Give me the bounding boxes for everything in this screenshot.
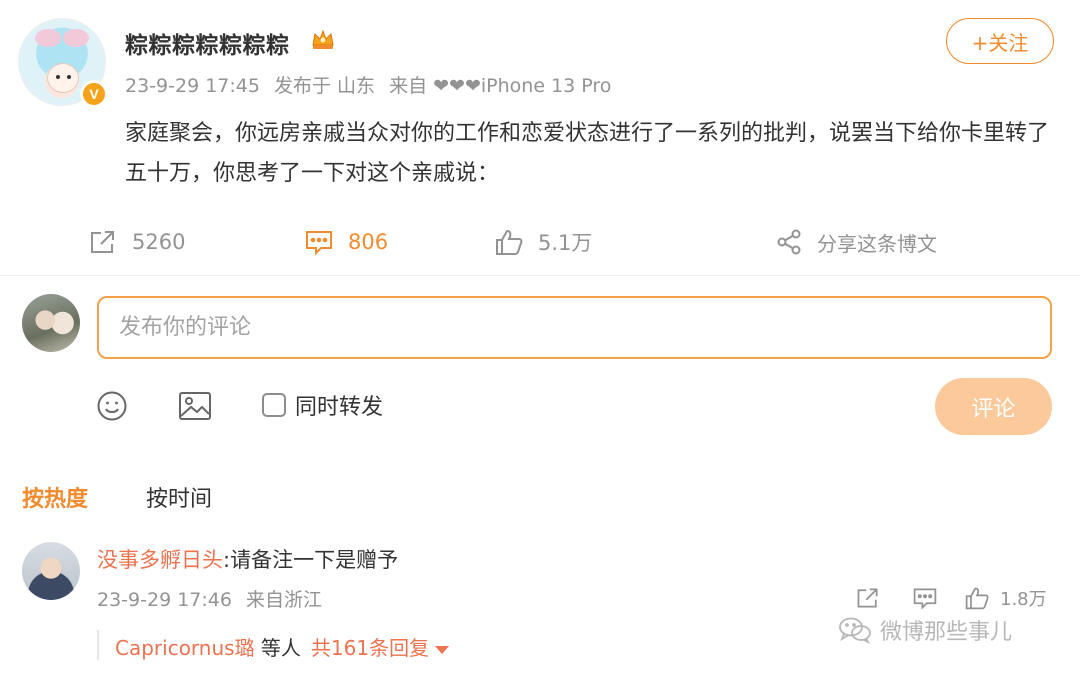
- post-source: 来自 ❤❤❤iPhone 13 Pro: [389, 75, 612, 97]
- post-action-bar: 5260 806 5.1万 分享这条博文: [0, 222, 1080, 262]
- comment-input[interactable]: [97, 296, 1052, 359]
- current-user-avatar[interactable]: [22, 294, 80, 352]
- comment-body: 没事多孵日头:请备注一下是赠予: [97, 544, 398, 574]
- image-icon[interactable]: [178, 391, 212, 421]
- watermark: 微博那些事儿: [838, 614, 1012, 646]
- comment-like-button[interactable]: 1.8万: [964, 582, 1047, 614]
- share-label: 分享这条博文: [817, 231, 937, 256]
- weibo-post: V 粽粽粽粽粽粽粽 +关注 23-9-29 17:45 发布于 山东 来自 ❤❤…: [0, 0, 1080, 276]
- avatar-eye: [67, 75, 71, 79]
- repost-checkbox-label: 同时转发: [295, 395, 384, 420]
- reply-user-name[interactable]: Capricornus璐: [115, 636, 255, 660]
- reply-summary: Capricornus璐 等人 共161条回复: [115, 632, 450, 661]
- tab-sort-time[interactable]: 按时间: [146, 481, 212, 513]
- tab-sort-hot[interactable]: 按热度: [22, 481, 88, 513]
- comment-source: 来自浙江: [246, 589, 323, 611]
- repost-count: 5260: [132, 230, 186, 254]
- comment-repost-button[interactable]: [855, 582, 891, 614]
- commenter-name[interactable]: 没事多孵日头: [97, 548, 223, 572]
- post-time: 23-9-29 17:45: [125, 75, 260, 97]
- avatar-hat-left: [35, 29, 61, 47]
- follow-button[interactable]: +关注: [946, 18, 1054, 64]
- commenter-avatar[interactable]: [22, 542, 80, 600]
- avatar-face: [47, 63, 79, 93]
- wechat-icon: [839, 617, 871, 644]
- author-name[interactable]: 粽粽粽粽粽粽粽: [125, 26, 290, 60]
- watermark-text: 微博那些事儿: [880, 620, 1013, 645]
- post-meta: 23-9-29 17:45 发布于 山东 来自 ❤❤❤iPhone 13 Pro: [125, 71, 619, 98]
- share-icon: [777, 229, 801, 255]
- like-count: 5.1万: [538, 231, 593, 255]
- verified-badge-icon: V: [80, 80, 108, 108]
- comment-text: :请备注一下是赠予: [223, 548, 399, 572]
- thumbs-up-icon: [496, 229, 523, 255]
- comment-action-bar: 1.8万: [850, 582, 1060, 614]
- reply-count-link[interactable]: 共161条回复: [311, 636, 429, 660]
- thumbs-up-icon: [965, 587, 989, 610]
- repost-checkbox[interactable]: [262, 393, 286, 417]
- comment-time: 23-9-29 17:46: [97, 589, 232, 611]
- divider: [0, 275, 1080, 276]
- comment-meta: 23-9-29 17:46 来自浙江: [97, 585, 330, 612]
- like-button[interactable]: 5.1万: [494, 222, 592, 262]
- comment-count: 806: [348, 230, 389, 254]
- submit-comment-button[interactable]: 评论: [935, 378, 1052, 435]
- repost-button[interactable]: 5260: [88, 222, 185, 262]
- comment-icon: [306, 231, 332, 256]
- comment-icon: [913, 588, 937, 610]
- reply-indent-bar: [97, 630, 99, 660]
- repost-icon: [857, 588, 878, 608]
- chevron-down-icon[interactable]: [435, 645, 450, 654]
- avatar-eye: [56, 75, 60, 79]
- comment-button[interactable]: 806: [304, 222, 388, 262]
- crown-icon: [312, 29, 334, 49]
- post-body: 家庭聚会，你远房亲戚当众对你的工作和恋爱状态进行了一系列的批判，说罢当下给你卡里…: [125, 121, 1050, 186]
- repost-icon: [91, 231, 114, 253]
- reply-mid-text: 等人: [254, 636, 301, 660]
- post-location: 发布于 山东: [274, 75, 376, 97]
- share-button[interactable]: 分享这条博文: [775, 222, 937, 262]
- comment-reply-button[interactable]: [912, 582, 948, 614]
- comment-like-count: 1.8万: [1000, 589, 1047, 610]
- avatar-hat-right: [63, 29, 89, 47]
- emoji-icon[interactable]: [96, 390, 128, 422]
